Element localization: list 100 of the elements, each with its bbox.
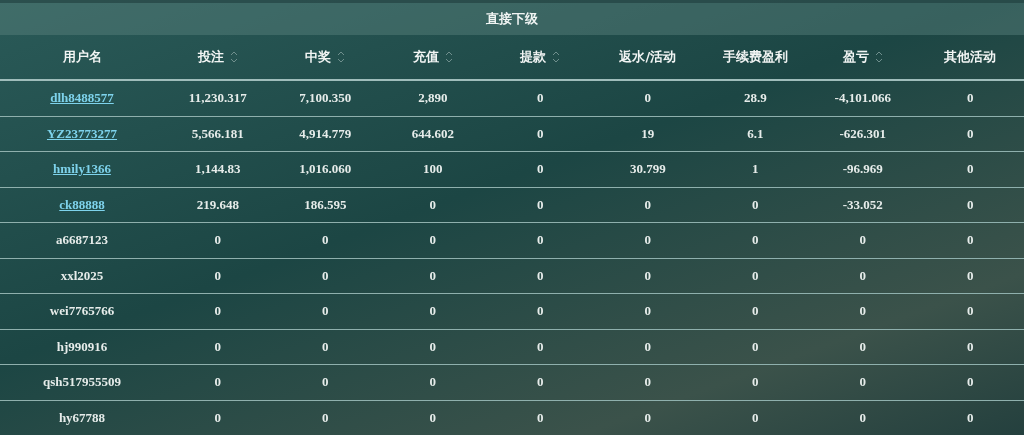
table-cell: 0 [967,409,974,426]
table-cell: -96.969 [842,161,883,178]
table-cell: 0 [322,338,329,355]
table-cell: 0 [214,338,221,355]
username: a6687123 [56,232,108,249]
table-cell: 0 [214,374,221,391]
table-cell: 0 [537,303,544,320]
table-cell: 0 [859,303,866,320]
table-cell: 0 [967,232,974,249]
table-cell: 0 [429,232,436,249]
table-cell: 0 [859,409,866,426]
table-cell: 1,144.83 [195,161,241,178]
table-cell: 0 [644,196,651,213]
column-header[interactable]: 盈亏 [842,48,883,66]
table-cell: 0 [429,303,436,320]
column-header[interactable]: 充值 [412,48,453,66]
table-cell: 0 [967,161,974,178]
table-cell: 0 [322,267,329,284]
table-cell: 0 [537,409,544,426]
table-cell: 0 [537,267,544,284]
table-cell: 0 [429,267,436,284]
username: hj990916 [56,338,108,355]
table-cell: 0 [752,267,759,284]
table-cell: 0 [429,196,436,213]
table-cell: -626.301 [839,125,887,142]
sort-icon[interactable] [874,50,883,64]
username: qsh517955509 [43,374,121,391]
table-cell: 0 [752,374,759,391]
table-cell: 0 [537,90,544,107]
username: wei7765766 [49,303,115,320]
table-cell: 0 [322,409,329,426]
table-cell: 0 [752,303,759,320]
table-cell: 0 [429,338,436,355]
table-cell: 0 [752,232,759,249]
table-cell: 0 [322,374,329,391]
column-header: 其他活动 [944,48,997,66]
table-cell: 0 [214,303,221,320]
table-cell: 0 [967,374,974,391]
table-cell: 1,016.060 [299,161,352,178]
sort-icon[interactable] [337,50,346,64]
table-cell: 0 [537,232,544,249]
column-header[interactable]: 投注 [197,48,238,66]
table-cell: 0 [429,374,436,391]
table-cell: 0 [967,267,974,284]
table-cell: 28.9 [743,90,767,107]
username: xxl2025 [60,267,104,284]
table-cell: 1 [752,161,759,178]
username-link[interactable]: ck88888 [59,196,105,213]
username-link[interactable]: hmily1366 [53,161,111,178]
table-cell: 2,890 [418,90,448,107]
table-cell: 0 [322,232,329,249]
username-link[interactable]: YZ23773277 [46,125,118,142]
table-cell: 0 [214,232,221,249]
table-cell: 0 [752,196,759,213]
table-cell: -4,101.066 [834,90,891,107]
table-cell: 0 [644,232,651,249]
sort-icon[interactable] [444,50,453,64]
table-cell: 186.595 [304,196,347,213]
table-cell: 0 [644,374,651,391]
table-cell: 0 [644,338,651,355]
table-cell: 0 [859,374,866,391]
table-cell: -33.052 [842,196,883,213]
table-cell: 0 [859,267,866,284]
table-cell: 0 [967,303,974,320]
table-cell: 0 [537,196,544,213]
table-cell: 0 [537,374,544,391]
table-cell: 5,566.181 [191,125,244,142]
table-cell: 4,914.779 [299,125,352,142]
table-cell: 0 [967,338,974,355]
table-cell: 0 [752,338,759,355]
username-link[interactable]: dlh8488577 [50,90,114,107]
column-header: 返水/活动 [619,48,677,66]
table-cell: 0 [967,125,974,142]
column-header[interactable]: 提款 [520,48,561,66]
table-cell: 0 [537,125,544,142]
table-cell: 7,100.350 [299,90,352,107]
column-header[interactable]: 中奖 [305,48,346,66]
column-header: 用户名 [62,48,102,66]
table-cell: 0 [644,90,651,107]
table-cell: 6.1 [747,125,764,142]
table-cell: 30.799 [629,161,666,178]
table-cell: 0 [752,409,759,426]
table-cell: 0 [214,409,221,426]
table-title: 直接下级 [486,10,538,28]
sort-icon[interactable] [229,50,238,64]
table-cell: 0 [322,303,329,320]
table-cell: 0 [644,409,651,426]
table-cell: 644.602 [411,125,454,142]
table-cell: 0 [644,267,651,284]
table-cell: 19 [641,125,655,142]
table-cell: 0 [644,303,651,320]
table-cell: 0 [967,196,974,213]
table-cell: 0 [537,338,544,355]
sort-icon[interactable] [552,50,561,64]
table-cell: 0 [537,161,544,178]
username: hy67788 [58,409,106,426]
table-cell: 0 [429,409,436,426]
table-cell: 0 [859,232,866,249]
table-cell: 0 [214,267,221,284]
table-cell: 0 [967,90,974,107]
